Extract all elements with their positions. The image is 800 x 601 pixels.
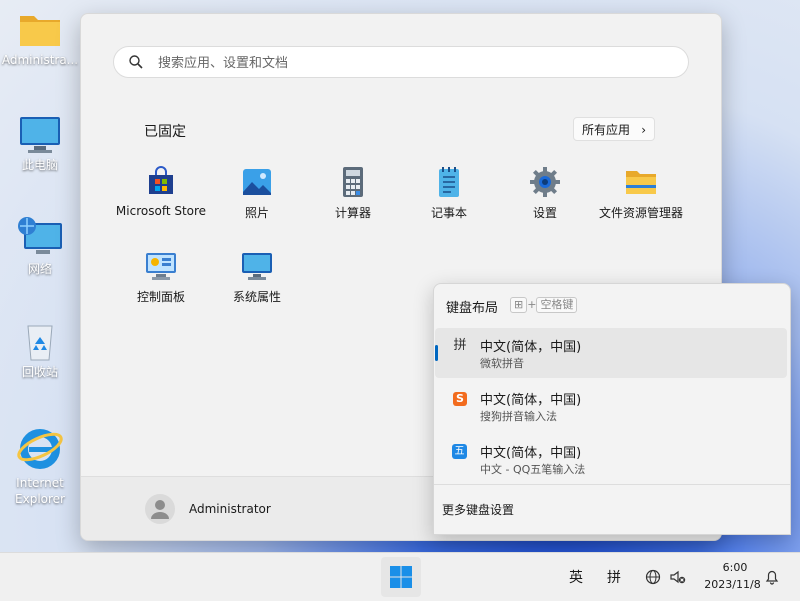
keyboard-layout-title: 键盘布局	[446, 301, 499, 316]
photos-icon	[243, 169, 271, 195]
ime-item-microsoft-pinyin[interactable]: 拼 中文(简体，中国) 微软拼音	[435, 328, 787, 378]
pinyin-icon: 拼	[453, 338, 467, 353]
desktop-icon-administrator[interactable]: Administra...	[0, 10, 80, 68]
search-box[interactable]	[113, 46, 689, 79]
app-tile-control-panel[interactable]: 控制面板	[113, 250, 209, 320]
ime-language-indicator[interactable]: 英	[569, 567, 583, 587]
app-tile-label: 控制面板	[136, 290, 185, 304]
monitor-icon	[242, 253, 272, 280]
desktop-icon-label: Administra...	[1, 53, 79, 67]
ime-description: 微软拼音	[480, 357, 524, 370]
start-button[interactable]	[381, 557, 421, 597]
volume-muted-icon[interactable]	[670, 569, 686, 585]
search-input[interactable]	[156, 47, 660, 79]
user-name: Administrator	[189, 502, 271, 516]
desktop-icon-recycle-bin[interactable]: 回收站	[0, 322, 80, 380]
all-apps-label: 所有应用	[582, 123, 631, 137]
selection-indicator	[435, 345, 438, 361]
pinned-section-title: 已固定	[144, 124, 186, 140]
sogou-icon: S	[453, 392, 467, 406]
app-tile-file-explorer[interactable]: 文件资源管理器	[593, 166, 689, 236]
calculator-icon	[343, 167, 363, 197]
ime-description: 搜狗拼音输入法	[480, 410, 557, 423]
app-tile-photos[interactable]: 照片	[209, 166, 305, 236]
windows-key-icon: ⊞	[510, 297, 528, 313]
app-tile-system-properties[interactable]: 系统属性	[209, 250, 305, 320]
network-icon	[18, 217, 62, 254]
app-tile-label: 记事本	[430, 206, 467, 220]
app-tile-notepad[interactable]: 记事本	[401, 166, 497, 236]
app-tile-label: Microsoft Store	[115, 204, 207, 218]
ime-name: 中文(简体，中国)	[480, 393, 582, 408]
chevron-right-icon: ›	[641, 123, 646, 137]
ime-mode-indicator[interactable]: 拼	[607, 567, 621, 587]
space-key: 空格键	[536, 297, 578, 313]
ime-description: 中文 - QQ五笔输入法	[480, 463, 586, 476]
monitor-icon	[20, 117, 60, 153]
app-tile-label: 系统属性	[232, 290, 281, 304]
control-panel-icon	[146, 253, 176, 280]
store-icon	[149, 166, 173, 194]
app-tile-calculator[interactable]: 计算器	[305, 166, 401, 236]
taskbar: 英 拼 6:00 2023/11/8	[0, 552, 800, 601]
internet-explorer-icon	[17, 429, 63, 469]
app-tile-label: 设置	[532, 206, 557, 220]
windows-logo-icon	[390, 566, 412, 588]
keyboard-flyout-footer: 更多键盘设置	[434, 484, 790, 534]
more-keyboard-settings-link[interactable]: 更多键盘设置	[442, 501, 514, 518]
desktop-icon-network[interactable]: 网络	[0, 215, 80, 277]
app-tile-microsoft-store[interactable]: Microsoft Store	[113, 166, 209, 236]
qq-wubi-icon: 五	[452, 444, 467, 459]
shortcut-plus: +	[527, 298, 537, 311]
app-tile-settings[interactable]: 设置	[497, 166, 593, 236]
app-tile-label: 照片	[244, 206, 269, 220]
globe-icon[interactable]	[645, 569, 661, 585]
ime-item-sogou-pinyin[interactable]: S 中文(简体，中国) 搜狗拼音输入法	[435, 381, 787, 431]
desktop-icon-label: 此电脑	[21, 158, 58, 172]
ime-name: 中文(简体，中国)	[480, 340, 582, 355]
notepad-icon	[439, 167, 459, 197]
recycle-bin-icon	[27, 325, 53, 361]
user-icon	[151, 500, 169, 519]
desktop-icon-label: 网络	[27, 262, 52, 276]
all-apps-button[interactable]: 所有应用 ›	[573, 117, 655, 141]
folder-icon	[626, 171, 656, 194]
folder-icon	[20, 16, 60, 46]
app-tile-label: 文件资源管理器	[598, 206, 683, 220]
desktop-icon-label: 回收站	[21, 365, 58, 379]
clock-time[interactable]: 6:00	[700, 561, 770, 574]
desktop-icon-internet-explorer[interactable]: Internet Explorer	[0, 425, 80, 507]
ime-item-qq-wubi[interactable]: 五 中文(简体，中国) 中文 - QQ五笔输入法	[435, 434, 787, 484]
ime-name: 中文(简体，中国)	[480, 446, 582, 461]
notification-bell-icon[interactable]	[764, 569, 780, 585]
desktop-icon-label: Internet Explorer	[15, 476, 65, 506]
avatar	[145, 494, 175, 524]
search-icon	[129, 55, 143, 69]
desktop-icon-this-pc[interactable]: 此电脑	[0, 115, 80, 173]
clock-date[interactable]: 2023/11/8	[695, 578, 770, 591]
app-tile-label: 计算器	[334, 206, 371, 220]
keyboard-layout-flyout: 键盘布局 ⊞ + 空格键 拼 中文(简体，中国) 微软拼音 S 中文(简体，中国) …	[433, 283, 791, 535]
gear-icon	[530, 167, 560, 197]
keyboard-shortcut-hint: ⊞ + 空格键	[510, 297, 578, 313]
